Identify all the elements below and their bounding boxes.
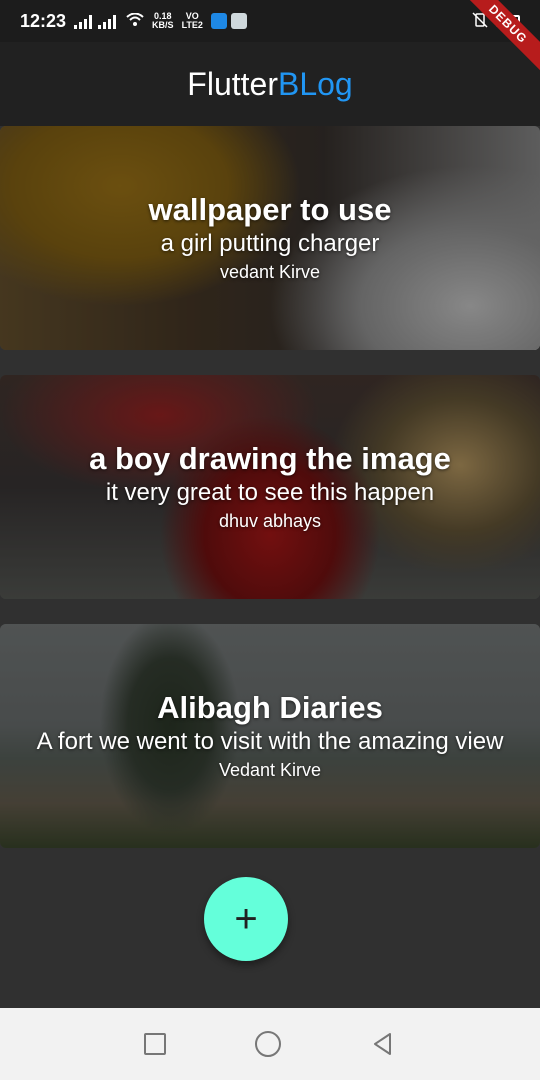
signal-icon-2 <box>98 13 117 29</box>
app-bar: FlutterBLog <box>0 42 540 126</box>
blog-card[interactable]: Alibagh Diaries A fort we went to visit … <box>0 624 540 848</box>
back-button[interactable] <box>370 1031 396 1057</box>
blog-card-text: wallpaper to use a girl putting charger … <box>149 191 392 285</box>
app-title: FlutterBLog <box>187 66 352 103</box>
status-bar: 12:23 0.18 KB/S VO LTE2 <box>0 0 540 42</box>
system-nav-bar <box>0 1008 540 1080</box>
blog-card-title: a boy drawing the image <box>89 441 451 476</box>
blog-card-text: a boy drawing the image it very great to… <box>89 440 451 534</box>
plus-icon: + <box>234 896 258 941</box>
blog-card-text: Alibagh Diaries A fort we went to visit … <box>37 689 504 783</box>
home-button[interactable] <box>254 1031 281 1057</box>
network-speed-unit: KB/S <box>152 20 174 30</box>
blog-card-description: A fort we went to visit with the amazing… <box>36 728 504 755</box>
blog-card-author: vedant Kirve <box>219 262 321 282</box>
network-speed: 0.18 KB/S <box>152 12 174 30</box>
network-type: VO LTE2 <box>182 12 203 30</box>
blog-card-title: wallpaper to use <box>148 192 392 227</box>
app-title-part2: BLog <box>277 65 353 102</box>
app-title-part1: Flutter <box>187 65 278 102</box>
blog-card-description: it very great to see this happen <box>105 479 435 506</box>
status-time: 12:23 <box>20 10 67 31</box>
wifi-icon <box>126 11 144 32</box>
recents-button[interactable] <box>144 1033 167 1055</box>
add-post-button[interactable]: + <box>204 877 288 961</box>
network-type-bottom: LTE2 <box>181 20 203 30</box>
blog-card-title: Alibagh Diaries <box>157 690 383 725</box>
app-notification-icon <box>210 13 227 29</box>
blog-card[interactable]: a boy drawing the image it very great to… <box>0 375 540 599</box>
blog-card-author: dhuv abhays <box>218 511 322 531</box>
blog-card-description: a girl putting charger <box>160 230 380 257</box>
signal-icon <box>74 13 93 29</box>
blog-card[interactable]: wallpaper to use a girl putting charger … <box>0 126 540 350</box>
app-notification-icon-2 <box>230 13 247 29</box>
blog-card-author: Vedant Kirve <box>218 760 322 780</box>
